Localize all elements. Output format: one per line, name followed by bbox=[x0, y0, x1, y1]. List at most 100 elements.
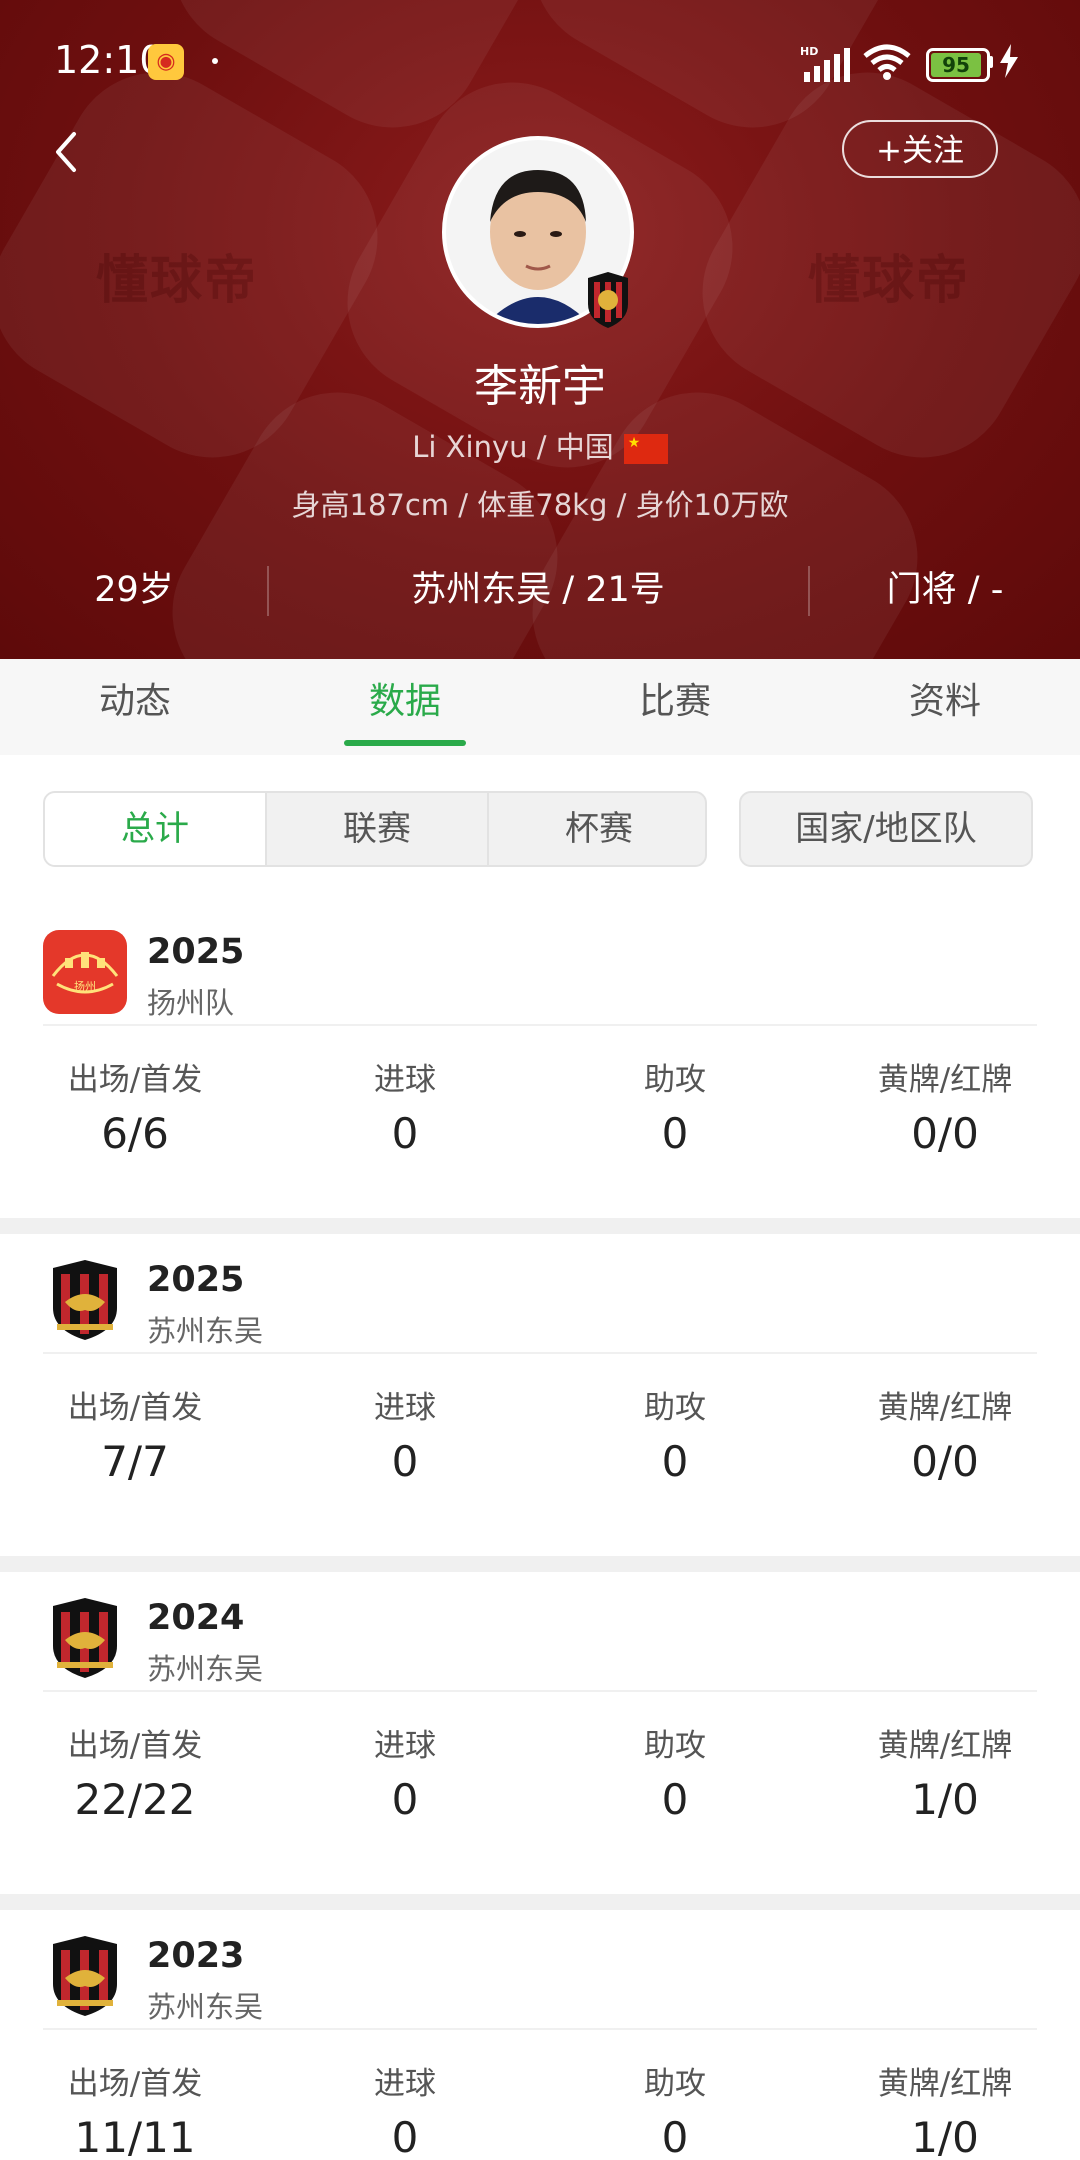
card-gap bbox=[0, 1894, 1080, 1910]
competition-filter: 总计 联赛 杯赛 bbox=[43, 791, 707, 867]
season-card[interactable]: 2023 苏州东吴 出场/首发 11/11 进球 0 助攻 0 黄牌/红牌 1/… bbox=[0, 1910, 1080, 2160]
season-year: 2024 bbox=[147, 1598, 245, 1638]
stat-label: 出场/首发 bbox=[67, 1728, 203, 1764]
player-name: 李新宇 bbox=[474, 361, 606, 412]
stat-label: 进球 bbox=[374, 1062, 436, 1098]
player-english-name: Li Xinyu / 中国 bbox=[412, 430, 614, 464]
divider bbox=[43, 1352, 1037, 1354]
stat-label: 出场/首发 bbox=[67, 2066, 203, 2102]
stat-assists: 助攻 0 bbox=[540, 2058, 810, 2160]
suzhou-dongwu-logo-icon bbox=[53, 1936, 117, 2016]
stat-value: 11/11 bbox=[74, 2113, 196, 2160]
club-badge-icon bbox=[588, 272, 628, 328]
stat-cards: 黄牌/红牌 0/0 bbox=[810, 1382, 1080, 1486]
stat-value: 0 bbox=[391, 1109, 419, 1158]
season-team: 苏州东吴 bbox=[147, 1652, 264, 1686]
battery-icon: 95 bbox=[926, 48, 990, 82]
stat-value: 1/0 bbox=[911, 1775, 979, 1824]
player-position: 门将 / - bbox=[886, 570, 1004, 610]
stat-value: 0/0 bbox=[911, 1109, 979, 1158]
stat-goals: 进球 0 bbox=[270, 2058, 540, 2160]
stat-cards: 黄牌/红牌 0/0 bbox=[810, 1054, 1080, 1158]
active-tab-indicator bbox=[344, 740, 466, 746]
stat-label: 黄牌/红牌 bbox=[877, 1390, 1013, 1426]
season-team: 苏州东吴 bbox=[147, 1314, 264, 1348]
stat-assists: 助攻 0 bbox=[540, 1720, 810, 1824]
tab-profile[interactable]: 资料 bbox=[810, 659, 1080, 755]
stat-assists: 助攻 0 bbox=[540, 1054, 810, 1158]
notification-dot-icon bbox=[212, 58, 218, 64]
tab-matches[interactable]: 比赛 bbox=[540, 659, 810, 755]
stat-label: 助攻 bbox=[644, 1390, 706, 1426]
yangzhou-club-logo-icon: 扬州 bbox=[43, 930, 127, 1014]
season-card[interactable]: 2025 苏州东吴 出场/首发 7/7 进球 0 助攻 0 黄牌/红牌 0/0 bbox=[0, 1234, 1080, 1556]
stat-value: 22/22 bbox=[74, 1775, 196, 1824]
stat-label: 助攻 bbox=[644, 1062, 706, 1098]
stat-value: 0 bbox=[391, 1775, 419, 1824]
stat-value: 0 bbox=[661, 1775, 689, 1824]
tab-bar: 动态 数据 比赛 资料 bbox=[0, 659, 1080, 755]
wifi-icon bbox=[863, 44, 911, 80]
watermark-text: 懂球帝 bbox=[808, 251, 971, 311]
season-card[interactable]: 扬州 2025 扬州队 出场/首发 6/6 进球 0 助攻 0 黄牌/红牌 0/… bbox=[0, 906, 1080, 1228]
filter-league[interactable]: 联赛 bbox=[267, 793, 487, 865]
stat-value: 0 bbox=[391, 1437, 419, 1486]
player-club-number[interactable]: 苏州东吴 / 21号 bbox=[268, 560, 808, 620]
status-bar: 12:10 ◉ HD 95 bbox=[0, 0, 1080, 120]
back-arrow-icon[interactable] bbox=[46, 124, 86, 180]
stat-value: 6/6 bbox=[101, 1109, 169, 1158]
stat-label: 进球 bbox=[374, 2066, 436, 2102]
tab-news[interactable]: 动态 bbox=[0, 659, 270, 755]
filter-national-team[interactable]: 国家/地区队 bbox=[739, 791, 1033, 867]
stat-value: 1/0 bbox=[911, 2113, 979, 2160]
battery-level: 95 bbox=[931, 53, 981, 77]
stat-label: 助攻 bbox=[644, 2066, 706, 2102]
stat-assists: 助攻 0 bbox=[540, 1382, 810, 1486]
stat-goals: 进球 0 bbox=[270, 1720, 540, 1824]
season-card[interactable]: 2024 苏州东吴 出场/首发 22/22 进球 0 助攻 0 黄牌/红牌 1/… bbox=[0, 1572, 1080, 1894]
season-year: 2025 bbox=[147, 932, 245, 972]
weibo-icon: ◉ bbox=[148, 44, 184, 80]
divider bbox=[43, 2028, 1037, 2030]
stat-label: 进球 bbox=[374, 1728, 436, 1764]
player-age: 29岁 bbox=[94, 570, 174, 610]
stat-value: 0 bbox=[391, 2113, 419, 2160]
suzhou-dongwu-logo-icon bbox=[53, 1598, 117, 1678]
stat-goals: 进球 0 bbox=[270, 1382, 540, 1486]
stat-label: 出场/首发 bbox=[67, 1390, 203, 1426]
filter-cup[interactable]: 杯赛 bbox=[489, 793, 705, 865]
stat-cards: 黄牌/红牌 1/0 bbox=[810, 1720, 1080, 1824]
stat-cards: 黄牌/红牌 1/0 bbox=[810, 2058, 1080, 2160]
player-nationality: Li Xinyu / 中国 ★ bbox=[0, 424, 1080, 466]
player-info-row: 29岁 苏州东吴 / 21号 门将 / - bbox=[0, 560, 1080, 620]
stat-apps: 出场/首发 22/22 bbox=[0, 1720, 270, 1824]
stat-apps: 出场/首发 7/7 bbox=[0, 1382, 270, 1486]
filter-total[interactable]: 总计 bbox=[45, 793, 265, 865]
battery-cap bbox=[989, 56, 993, 68]
season-team: 苏州东吴 bbox=[147, 1990, 264, 2024]
player-physical-info: 身高187cm / 体重78kg / 身价10万欧 bbox=[291, 488, 789, 522]
stat-value: 0 bbox=[661, 2113, 689, 2160]
stat-label: 黄牌/红牌 bbox=[877, 1728, 1013, 1764]
stat-goals: 进球 0 bbox=[270, 1054, 540, 1158]
stat-value: 0/0 bbox=[911, 1437, 979, 1486]
signal-icon: HD bbox=[800, 45, 850, 82]
divider bbox=[43, 1024, 1037, 1026]
player-header: 懂球帝 懂球帝 12:10 ◉ HD 95 +关注 李新宇 Li Xinyu /… bbox=[0, 0, 1080, 659]
card-gap bbox=[0, 1556, 1080, 1572]
svg-text:扬州: 扬州 bbox=[74, 979, 96, 993]
stat-value: 0 bbox=[661, 1109, 689, 1158]
china-flag-icon: ★ bbox=[623, 434, 668, 464]
stat-label: 黄牌/红牌 bbox=[877, 2066, 1013, 2102]
svg-text:HD: HD bbox=[800, 45, 818, 58]
stat-value: 0 bbox=[661, 1437, 689, 1486]
divider bbox=[43, 1690, 1037, 1692]
stat-apps: 出场/首发 6/6 bbox=[0, 1054, 270, 1158]
charging-icon bbox=[1000, 44, 1018, 78]
watermark-text: 懂球帝 bbox=[96, 251, 259, 311]
stat-label: 黄牌/红牌 bbox=[877, 1062, 1013, 1098]
season-year: 2025 bbox=[147, 1260, 245, 1300]
stat-apps: 出场/首发 11/11 bbox=[0, 2058, 270, 2160]
stat-label: 出场/首发 bbox=[67, 1062, 203, 1098]
follow-button[interactable]: +关注 bbox=[842, 120, 998, 178]
